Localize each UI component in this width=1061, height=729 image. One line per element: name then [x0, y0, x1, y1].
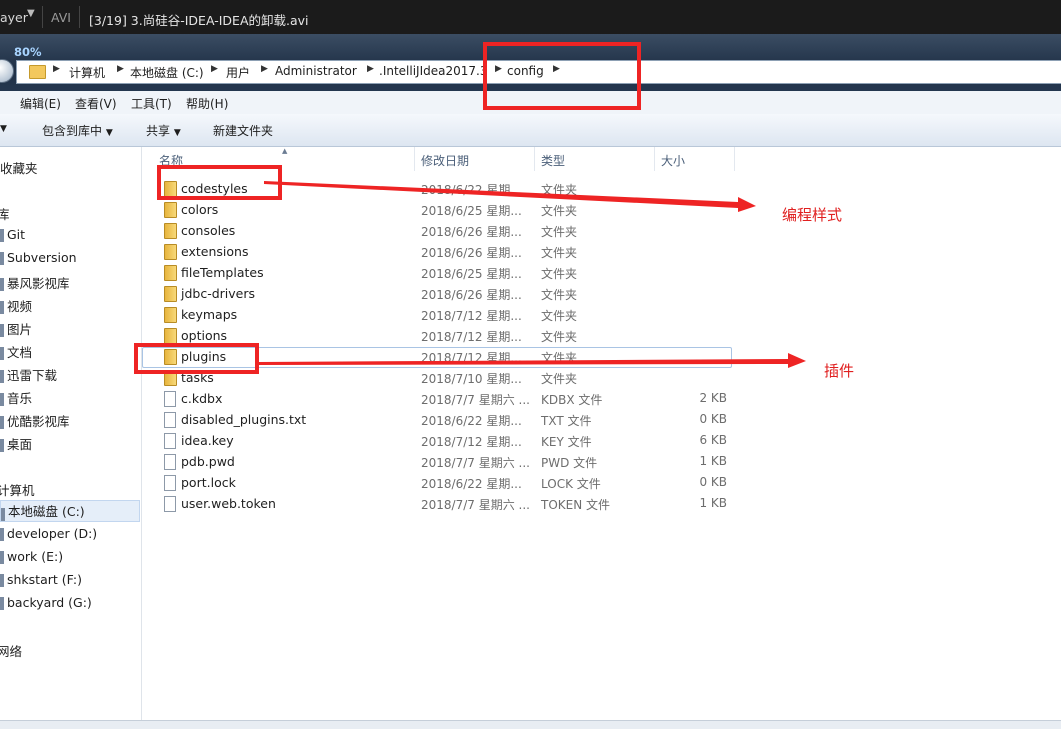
annotation-arrows	[258, 181, 806, 368]
arrow-plugins	[258, 353, 806, 368]
annotation-codestyles-note: 编程样式	[782, 206, 843, 224]
annotation-plugins-note: 插件	[824, 362, 855, 380]
arrow-codestyles	[264, 181, 756, 212]
